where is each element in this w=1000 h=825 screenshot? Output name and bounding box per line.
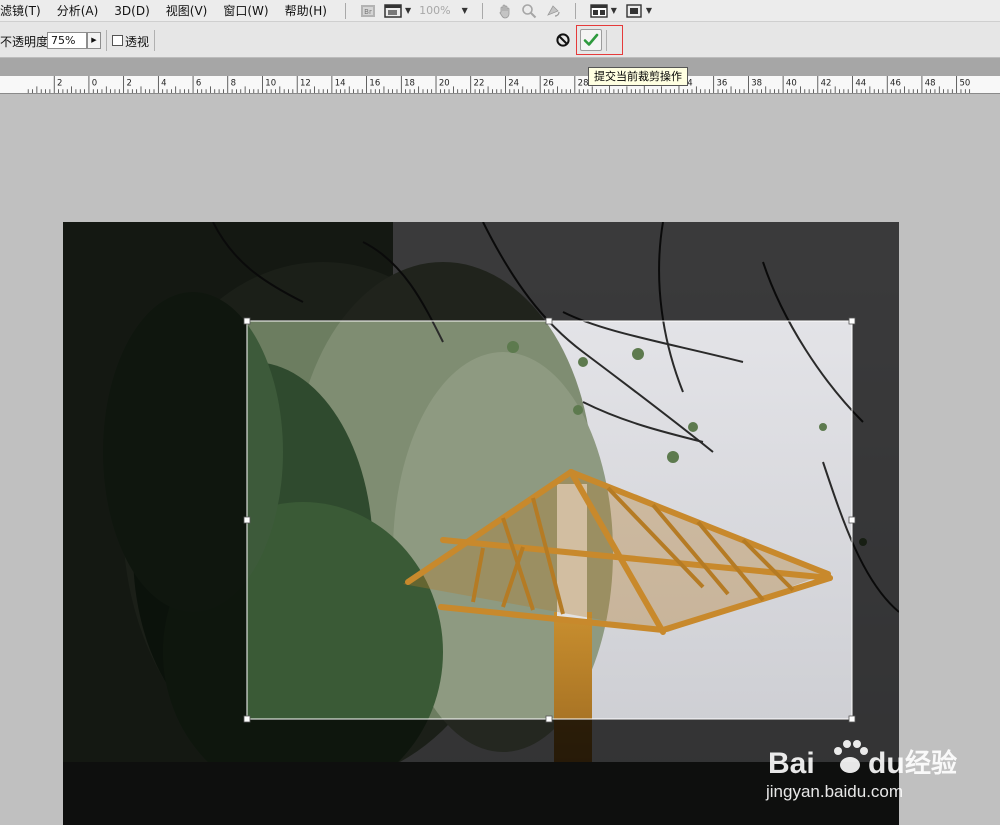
options-separator — [606, 30, 607, 51]
magnifier-icon — [521, 3, 536, 18]
menu-separator — [574, 2, 576, 19]
panel-divider — [0, 58, 1000, 76]
ruler-label: 22 — [474, 78, 485, 88]
chevron-down-icon: ▼ — [404, 6, 412, 15]
crop-handle-right[interactable] — [848, 516, 856, 524]
ruler-label: 8 — [231, 78, 236, 88]
menu-window[interactable]: 窗口(W) — [215, 0, 276, 22]
ruler-label: 24 — [508, 78, 519, 88]
perspective-checkbox[interactable] — [112, 35, 123, 46]
ruler-label: 36 — [717, 78, 728, 88]
watermark-url: jingyan.baidu.com — [765, 782, 903, 801]
ruler-label: 26 — [543, 78, 554, 88]
menu-view[interactable]: 视图(V) — [158, 0, 216, 22]
chevron-down-icon: ▼ — [610, 6, 617, 15]
chevron-down-icon: ▼ — [645, 6, 653, 15]
chevron-down-icon: ▼ — [461, 6, 468, 15]
ruler-label: 44 — [855, 78, 866, 88]
arrange-documents-button[interactable]: ▼ — [586, 1, 621, 21]
ruler-label: 50 — [959, 78, 970, 88]
opacity-input[interactable]: 75% — [47, 32, 87, 49]
ruler-label: 40 — [786, 78, 797, 88]
annotation-highlight-box — [576, 25, 623, 55]
options-separator — [106, 30, 107, 51]
ruler-label: 2 — [126, 78, 131, 88]
ruler-label: 38 — [751, 78, 762, 88]
zoom-tool-button[interactable] — [517, 1, 541, 21]
menu-3d[interactable]: 3D(D) — [106, 0, 157, 22]
options-separator — [154, 30, 155, 51]
menu-analysis[interactable]: 分析(A) — [49, 0, 107, 22]
ruler-label: 42 — [821, 78, 832, 88]
options-bar: 不透明度: 75% ▶ 透视 — [0, 22, 1000, 58]
rotate-view-button[interactable] — [541, 1, 565, 21]
ruler-label: 12 — [300, 78, 311, 88]
watermark-brand-bai: Bai — [768, 747, 815, 780]
crop-handle-top-right[interactable] — [848, 317, 856, 325]
ruler-label: 20 — [439, 78, 450, 88]
ruler-label: 16 — [369, 78, 380, 88]
opacity-slider-button[interactable]: ▶ — [87, 32, 101, 49]
cancel-icon — [556, 33, 570, 47]
ruler-label: 0 — [92, 78, 97, 88]
film-frame-icon — [384, 3, 402, 18]
horizontal-ruler[interactable]: 2024681012141618202224262830323436384042… — [0, 76, 1000, 94]
svg-text:Br: Br — [364, 8, 372, 16]
ruler-label: 10 — [265, 78, 276, 88]
menu-help[interactable]: 帮助(H) — [277, 0, 335, 22]
screen-mode-icon — [626, 3, 642, 18]
ruler-label: 48 — [925, 78, 936, 88]
zoom-level[interactable]: 100% — [415, 4, 454, 17]
ruler-label: 2 — [57, 78, 62, 88]
paw-icon — [834, 740, 868, 773]
view-extras-button[interactable]: ▼ — [380, 1, 415, 21]
menu-filter[interactable]: 滤镜(T) — [0, 0, 49, 22]
ruler-label: 6 — [196, 78, 201, 88]
launch-bridge-button[interactable]: Br — [356, 1, 380, 21]
hand-tool-button[interactable] — [493, 1, 517, 21]
crop-handle-top[interactable] — [545, 317, 553, 325]
menu-separator — [344, 2, 346, 19]
perspective-label: 透视 — [125, 35, 150, 49]
watermark-brand-jingyan: 经验 — [905, 748, 957, 779]
baidu-jingyan-watermark: Bai du 经验 jingyan.baidu.com — [765, 740, 957, 801]
hand-icon — [499, 4, 510, 18]
menu-separator — [481, 2, 483, 19]
arrange-documents-icon — [590, 3, 608, 18]
ruler-label: 18 — [404, 78, 415, 88]
crop-handle-top-left[interactable] — [243, 317, 251, 325]
zoom-dropdown[interactable]: ▼ — [455, 1, 472, 21]
menu-bar: 滤镜(T) 分析(A) 3D(D) 视图(V) 窗口(W) 帮助(H) Br ▼… — [0, 0, 1000, 22]
opacity-label: 不透明度: — [0, 35, 53, 49]
chevron-right-icon: ▶ — [91, 36, 97, 44]
watermark-brand-du: du — [868, 747, 905, 780]
ruler-label: 4 — [161, 78, 166, 88]
rotate-view-icon — [546, 4, 560, 17]
bridge-icon: Br — [360, 4, 375, 17]
cancel-crop-button[interactable] — [556, 33, 570, 47]
ruler-label: 28 — [578, 78, 589, 88]
crop-handle-bottom[interactable] — [545, 715, 553, 723]
ruler-label: 46 — [890, 78, 901, 88]
screen-mode-button[interactable]: ▼ — [621, 1, 656, 21]
commit-crop-tooltip: 提交当前裁剪操作 — [588, 67, 688, 86]
crop-handle-left[interactable] — [243, 516, 251, 524]
ruler-label: 14 — [335, 78, 346, 88]
crop-handle-bottom-left[interactable] — [243, 715, 251, 723]
